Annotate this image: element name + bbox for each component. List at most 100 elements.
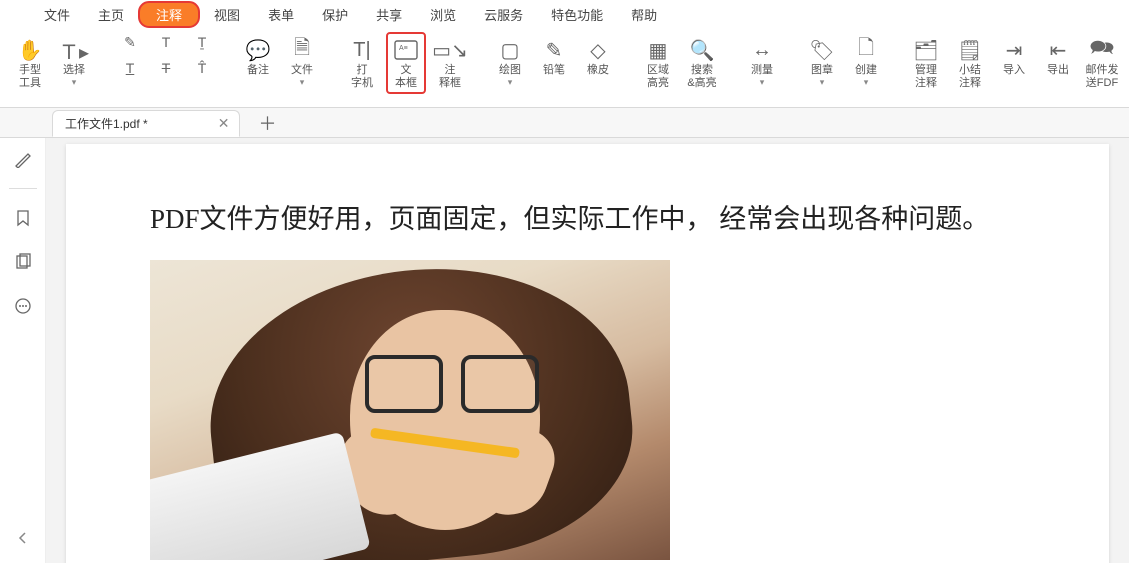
svg-text:A≡: A≡	[399, 45, 408, 52]
pencil-icon: ✎	[546, 36, 563, 64]
note-tool[interactable]: 💬 备注	[238, 32, 278, 77]
chevron-down-icon: ▾	[72, 77, 77, 88]
callout-tool[interactable]: ▭↘ 注 释框	[430, 32, 470, 90]
menu-browse[interactable]: 浏览	[416, 1, 470, 28]
menu-comment[interactable]: 注释	[138, 1, 200, 28]
menu-cloud[interactable]: 云服务	[470, 1, 537, 28]
document-tab[interactable]: 工作文件1.pdf * ✕	[52, 110, 240, 137]
import-icon: ⇥	[1006, 36, 1023, 64]
file-label: 文件	[291, 64, 313, 77]
stamp-icon: 🏷	[809, 36, 834, 64]
chevron-down-icon: ▾	[300, 77, 305, 88]
text-mini-group: T T	[150, 32, 182, 78]
export-icon: ⇤	[1050, 36, 1067, 64]
main: PDF文件方便好用，页面固定，但实际工作中， 经常会出现各种问题。	[0, 138, 1129, 563]
menu-share[interactable]: 共享	[362, 1, 416, 28]
file-attach-tool[interactable]: 🗎 文件 ▾	[282, 32, 322, 88]
hand-tool[interactable]: ✋ 手型 工具	[10, 32, 50, 90]
note-icon: 💬	[246, 36, 271, 64]
area-highlight-icon: ▦	[649, 36, 668, 64]
sidebar-collapse[interactable]	[8, 523, 38, 553]
chevron-down-icon: ▾	[864, 77, 869, 88]
search-highlight-label: 搜索 &高亮	[687, 64, 716, 90]
measure-tool[interactable]: ↔ 测量 ▾	[742, 32, 782, 88]
hand-tool-label: 手型 工具	[19, 64, 41, 90]
typewriter-label: 打 字机	[351, 64, 373, 90]
highlight-mini-group: ✎ T	[114, 32, 146, 78]
typewriter-tool[interactable]: T| 打 字机	[342, 32, 382, 90]
strikeout-mini[interactable]: T	[150, 58, 182, 78]
document-headline: PDF文件方便好用，页面固定，但实际工作中， 经常会出现各种问题。	[150, 200, 1025, 238]
file-icon: 🗎	[294, 36, 310, 64]
summary-icon: 🗒	[957, 36, 982, 64]
mail-fdf-label: 邮件发 送FDF	[1086, 64, 1119, 90]
select-icon: Ｔ▸	[59, 36, 89, 64]
sidebar-pen[interactable]	[8, 144, 38, 174]
menu-file[interactable]: 文件	[30, 1, 84, 28]
draw-tool[interactable]: ▢ 绘图 ▾	[490, 32, 530, 88]
caret-mini[interactable]: Ṯ	[186, 32, 218, 52]
manage-comments-icon: 🗂	[913, 36, 938, 64]
import-label: 导入	[1003, 64, 1025, 77]
chevron-down-icon: ▾	[820, 77, 825, 88]
document-image	[150, 260, 670, 560]
import-tool[interactable]: ⇥ 导入	[994, 32, 1034, 77]
stamp-tool[interactable]: 🏷 图章 ▾	[802, 32, 842, 88]
create-icon: 🗋	[858, 36, 874, 64]
menu-view[interactable]: 视图	[200, 1, 254, 28]
menu-form[interactable]: 表单	[254, 1, 308, 28]
toolbar: ✋ 手型 工具 Ｔ▸ 选择 ▾ ✎ T T T Ṯ T̂ 💬 备注 🗎	[0, 28, 1129, 108]
menu-help[interactable]: 帮助	[617, 1, 671, 28]
export-tool[interactable]: ⇤ 导出	[1038, 32, 1078, 77]
draw-label: 绘图	[499, 64, 521, 77]
summary-comments-tool[interactable]: 🗒 小结 注释	[950, 32, 990, 90]
measure-label: 测量	[751, 64, 773, 77]
summary-label: 小结 注释	[959, 64, 981, 90]
tabstrip: 工作文件1.pdf * ✕ ＋	[0, 108, 1129, 138]
page: PDF文件方便好用，页面固定，但实际工作中， 经常会出现各种问题。	[66, 144, 1109, 563]
textbox-icon: A≡	[394, 36, 418, 64]
highlight-mini[interactable]: ✎	[114, 32, 146, 52]
sidebar-pages[interactable]	[8, 247, 38, 277]
select-label: 选择	[63, 64, 85, 77]
chevron-down-icon: ▾	[508, 77, 513, 88]
squiggly-mini[interactable]: T	[150, 32, 182, 52]
note-label: 备注	[247, 64, 269, 77]
search-highlight-icon: 🔍	[690, 36, 715, 64]
textbox-label: 文 本框	[395, 64, 417, 90]
sidebar-bookmark[interactable]	[8, 203, 38, 233]
draw-icon: ▢	[501, 36, 520, 64]
select-tool[interactable]: Ｔ▸ 选择 ▾	[54, 32, 94, 88]
typewriter-icon: T|	[353, 36, 370, 64]
area-highlight-tool[interactable]: ▦ 区域 高亮	[638, 32, 678, 90]
textbox-tool[interactable]: A≡ 文 本框	[386, 32, 426, 94]
mail-fdf-tool[interactable]: 🗪 邮件发 送FDF	[1082, 32, 1122, 90]
document-tab-title: 工作文件1.pdf *	[65, 115, 148, 132]
sidebar-comments[interactable]	[8, 291, 38, 321]
pencil-tool[interactable]: ✎ 铅笔	[534, 32, 574, 77]
eraser-icon: ◇	[590, 36, 605, 64]
manage-comments-tool[interactable]: 🗂 管理 注释	[906, 32, 946, 90]
menu-features[interactable]: 特色功能	[537, 1, 617, 28]
area-highlight-label: 区域 高亮	[647, 64, 669, 90]
eraser-tool[interactable]: ◇ 橡皮	[578, 32, 618, 77]
replace-mini[interactable]: T̂	[186, 58, 218, 78]
menu-protect[interactable]: 保护	[308, 1, 362, 28]
menubar: 文件 主页 注释 视图 表单 保护 共享 浏览 云服务 特色功能 帮助	[0, 0, 1129, 28]
search-highlight-tool[interactable]: 🔍 搜索 &高亮	[682, 32, 722, 90]
sidebar-separator	[9, 188, 37, 189]
new-tab-button[interactable]: ＋	[248, 110, 286, 136]
pencil-label: 铅笔	[543, 64, 565, 77]
close-tab-icon[interactable]: ✕	[218, 115, 230, 132]
callout-icon: ▭↘	[432, 36, 468, 64]
sidebar	[0, 138, 46, 563]
document-canvas[interactable]: PDF文件方便好用，页面固定，但实际工作中， 经常会出现各种问题。	[46, 138, 1129, 563]
underline-mini[interactable]: T	[114, 58, 146, 78]
hand-icon: ✋	[18, 36, 43, 64]
eraser-label: 橡皮	[587, 64, 609, 77]
create-label: 创建	[855, 64, 877, 77]
create-tool[interactable]: 🗋 创建 ▾	[846, 32, 886, 88]
manage-comments-label: 管理 注释	[915, 64, 937, 90]
menu-home[interactable]: 主页	[84, 1, 138, 28]
callout-label: 注 释框	[439, 64, 461, 90]
